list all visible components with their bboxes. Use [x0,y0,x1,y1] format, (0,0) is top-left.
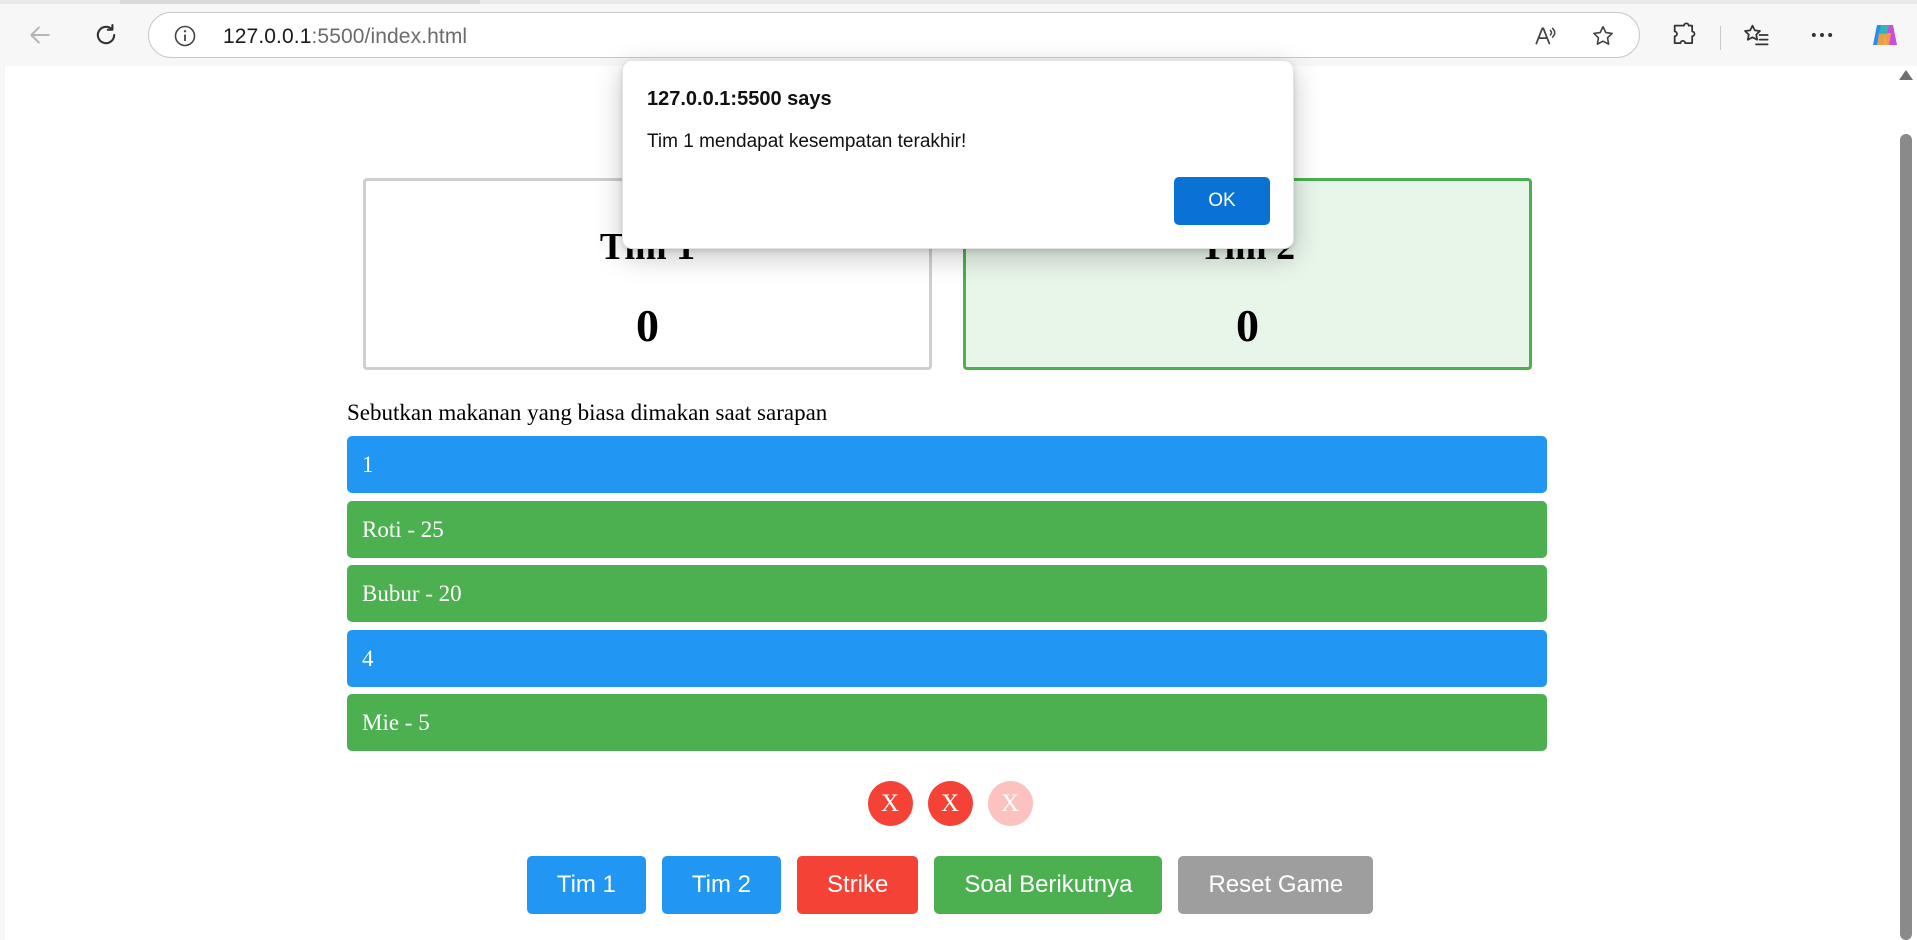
url-text: 127.0.0.1:5500/index.html [223,25,467,49]
site-info-icon[interactable] [173,24,197,48]
strike-button[interactable]: Strike [797,856,919,914]
team2-score: 0 [1236,300,1259,351]
scroll-up-arrow-icon[interactable] [1899,70,1913,80]
dialog-message: Tim 1 mendapat kesempatan terakhir! [647,131,967,152]
back-icon [30,26,50,44]
favorites-icon[interactable] [1742,21,1770,49]
copilot-icon[interactable] [1869,19,1901,51]
answer-slot-4[interactable]: 4 [347,629,1547,687]
question-text: Sebutkan makanan yang biasa dimakan saat… [347,400,828,425]
alert-dialog: 127.0.0.1:5500 says Tim 1 mendapat kesem… [622,60,1294,249]
strike-mark-2: X [927,781,973,826]
reload-icon [96,24,116,45]
next-question-button[interactable]: Soal Berikutnya [934,856,1163,914]
strike-indicators: X X X [5,781,1895,826]
dialog-title: 127.0.0.1:5500 says [647,88,832,110]
team1-score: 0 [636,300,659,351]
answer-board: 1 Roti - 25 Bubur - 20 4 Mie - 5 [347,436,1547,759]
answer-slot-3[interactable]: Bubur - 20 [347,565,1547,622]
answer-slot-1[interactable]: 1 [347,436,1547,493]
answer-slot-5[interactable]: Mie - 5 [347,694,1547,751]
strike-mark-1: X [867,781,913,826]
reload-button[interactable] [88,17,124,53]
url-path: :5500/index.html [311,25,468,48]
read-aloud-icon[interactable] [1532,23,1558,49]
dialog-ok-button[interactable]: OK [1174,177,1270,225]
favorite-star-icon[interactable] [1590,23,1616,49]
toolbar-separator [1720,26,1721,50]
strike-mark-3: X [987,781,1033,826]
address-bar[interactable]: 127.0.0.1:5500/index.html [148,12,1640,58]
reset-game-button[interactable]: Reset Game [1178,856,1374,914]
team2-button[interactable]: Tim 2 [661,856,782,914]
vertical-scrollbar[interactable] [1895,66,1917,940]
url-host: 127.0.0.1 [223,25,312,48]
browser-toolbar: 127.0.0.1:5500/index.html [0,4,1917,66]
extensions-icon[interactable] [1670,21,1698,49]
more-icon[interactable] [1808,21,1836,49]
back-button[interactable] [22,17,58,53]
answer-slot-2[interactable]: Roti - 25 [347,500,1547,558]
scrollbar-thumb[interactable] [1900,134,1912,940]
team1-button[interactable]: Tim 1 [526,856,646,914]
control-bar: Tim 1 Tim 2 Strike Soal Berikutnya Reset… [5,856,1895,914]
